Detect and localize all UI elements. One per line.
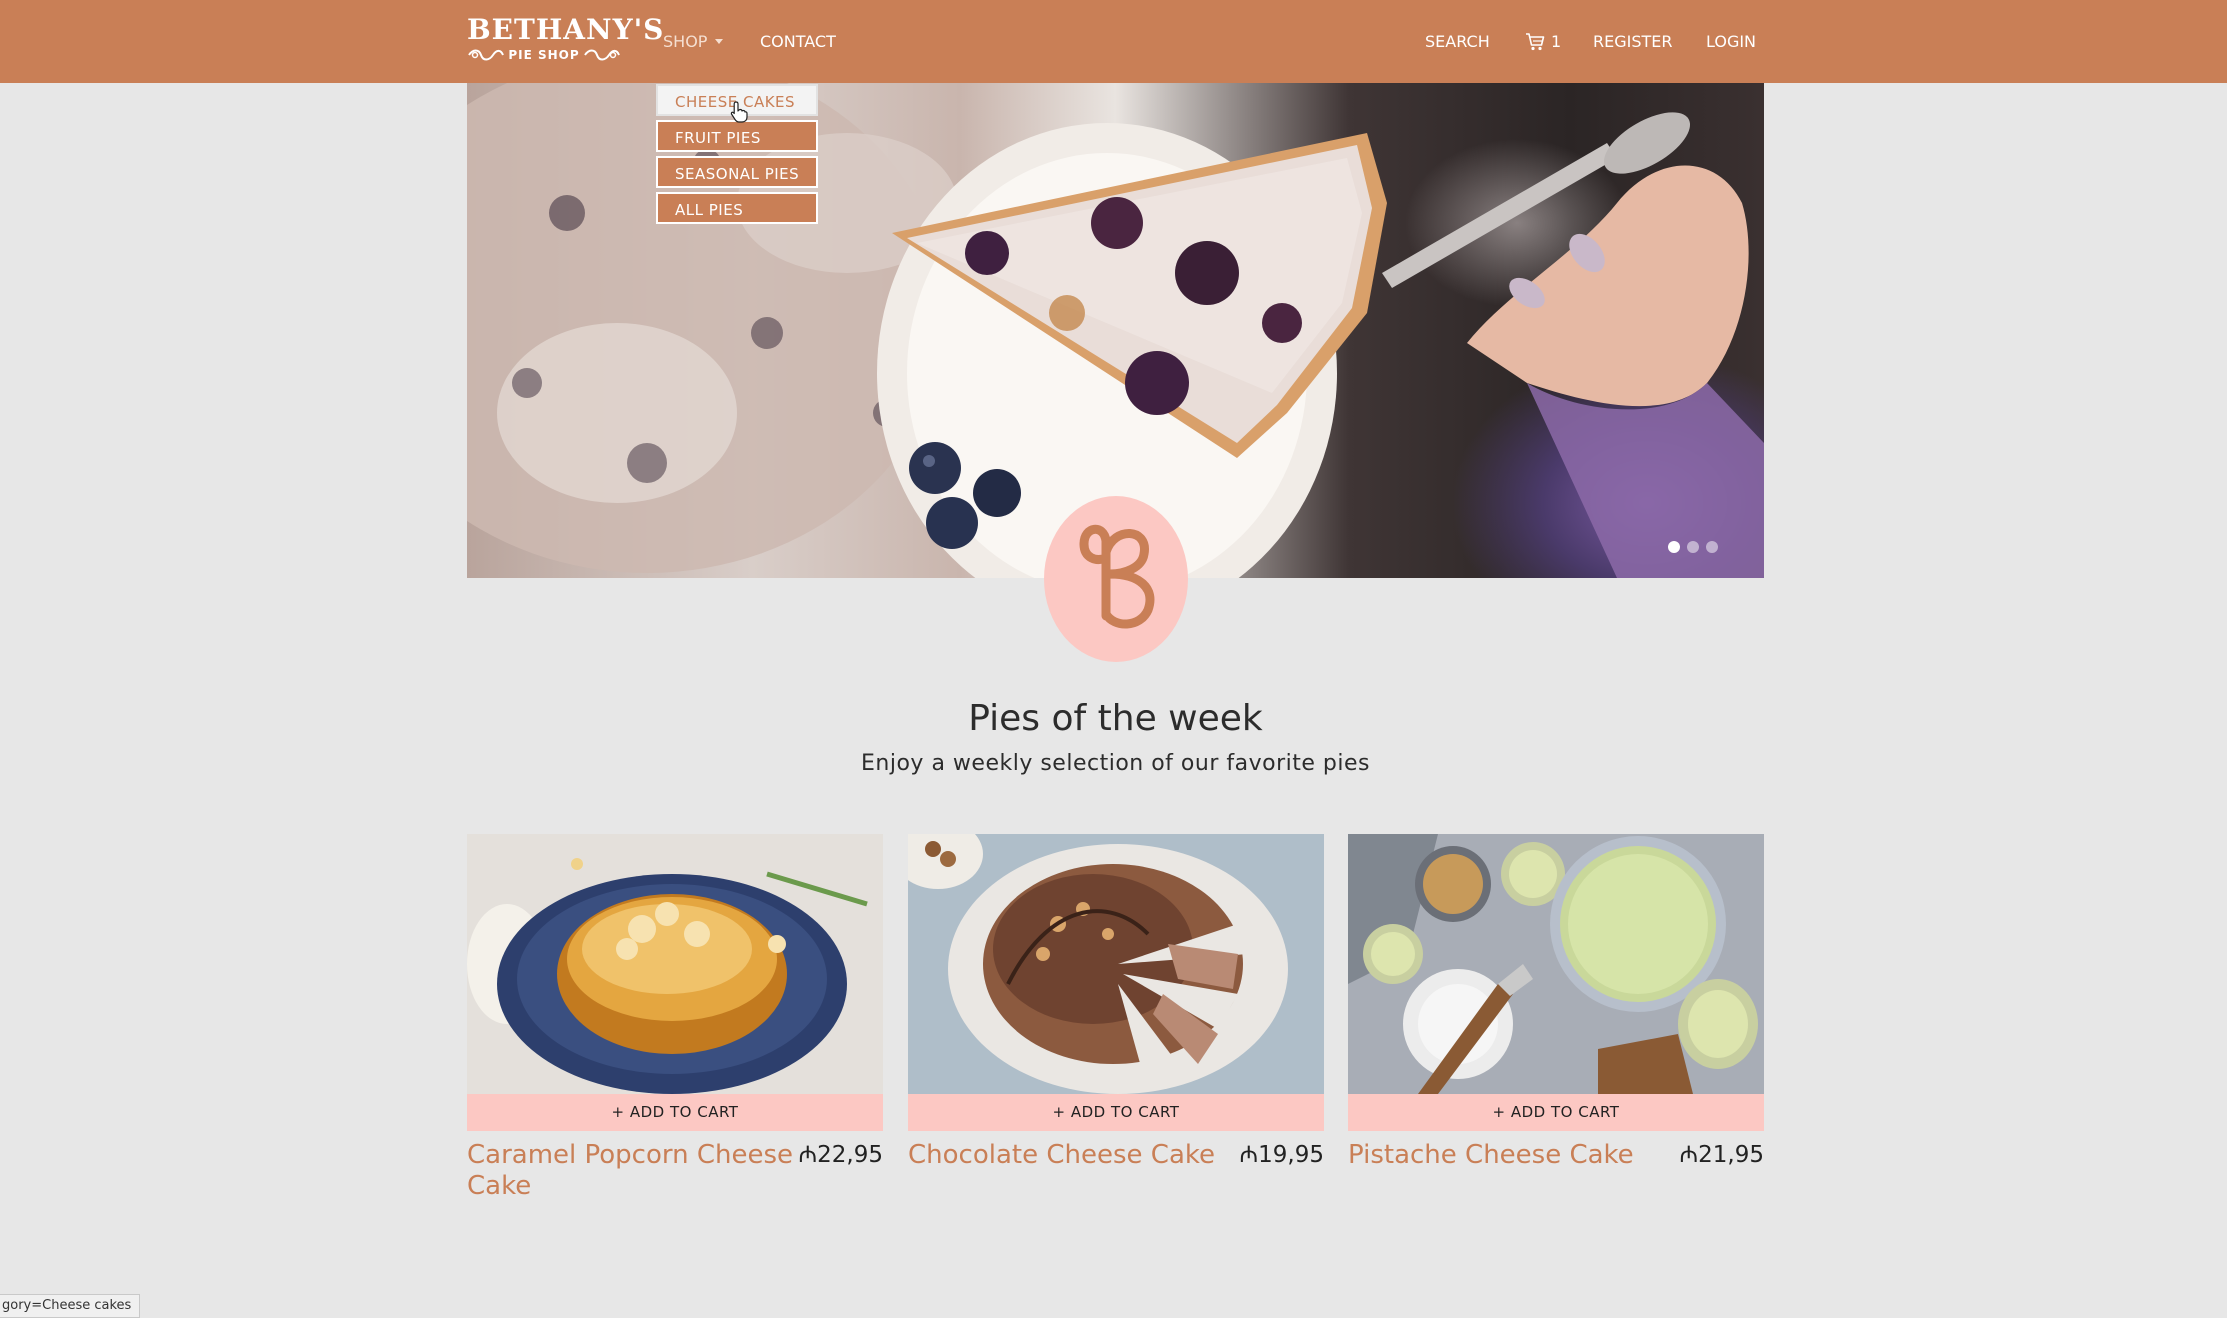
cart-icon bbox=[1526, 32, 1545, 50]
caret-down-icon bbox=[715, 39, 724, 44]
carousel-dot-2[interactable] bbox=[1687, 541, 1699, 553]
product-image[interactable] bbox=[1348, 834, 1764, 1094]
product-card: + ADD TO CART Caramel Popcorn Cheese Cak… bbox=[467, 834, 883, 1202]
product-image[interactable] bbox=[908, 834, 1324, 1094]
carousel-dot-1[interactable] bbox=[1668, 541, 1680, 553]
chocolate-cheesecake-photo bbox=[908, 834, 1324, 1094]
product-name-link[interactable]: Pistache Cheese Cake bbox=[1348, 1140, 1678, 1171]
nav-search-link[interactable]: SEARCH bbox=[1425, 0, 1490, 83]
add-to-cart-button[interactable]: + ADD TO CART bbox=[908, 1094, 1324, 1131]
product-info: Caramel Popcorn Cheese Cake ₼22,95 bbox=[467, 1140, 883, 1202]
product-card: + ADD TO CART Pistache Cheese Cake ₼21,9… bbox=[1348, 834, 1764, 1171]
brand-logo[interactable]: BETHANY'S PIE SHOP bbox=[467, 14, 663, 64]
add-to-cart-button[interactable]: + ADD TO CART bbox=[467, 1094, 883, 1131]
carousel-dot-3[interactable] bbox=[1706, 541, 1718, 553]
brand-subtitle-row: PIE SHOP bbox=[467, 46, 621, 64]
swirl-ornament-right-icon bbox=[584, 49, 620, 61]
product-info: Chocolate Cheese Cake ₼19,95 bbox=[908, 1140, 1324, 1171]
nav-contact-link[interactable]: CONTACT bbox=[760, 0, 836, 83]
pistachio-cheesecake-photo bbox=[1348, 834, 1764, 1094]
nav-shop-dropdown[interactable]: SHOP bbox=[663, 0, 724, 83]
browser-status-bar: gory=Cheese cakes bbox=[0, 1294, 141, 1318]
add-to-cart-button[interactable]: + ADD TO CART bbox=[1348, 1094, 1764, 1131]
bethanys-logo-icon bbox=[1044, 496, 1188, 662]
dropdown-item-fruit-pies[interactable]: FRUIT PIES bbox=[656, 120, 818, 152]
nav-register-link[interactable]: REGISTER bbox=[1593, 0, 1673, 83]
caramel-cheesecake-photo bbox=[467, 834, 883, 1094]
product-price: ₼21,95 bbox=[1679, 1142, 1764, 1168]
product-card: + ADD TO CART Chocolate Cheese Cake ₼19,… bbox=[908, 834, 1324, 1171]
brand-name: BETHANY'S bbox=[467, 13, 665, 46]
pointer-cursor-icon bbox=[730, 101, 748, 123]
brand-subtitle: PIE SHOP bbox=[508, 48, 580, 62]
product-info: Pistache Cheese Cake ₼21,95 bbox=[1348, 1140, 1764, 1171]
product-image[interactable] bbox=[467, 834, 883, 1094]
section-subtitle: Enjoy a weekly selection of our favorite… bbox=[861, 751, 1370, 776]
product-price: ₼22,95 bbox=[798, 1142, 883, 1168]
nav-login-link[interactable]: LOGIN bbox=[1706, 0, 1756, 83]
product-name-link[interactable]: Chocolate Cheese Cake bbox=[908, 1140, 1238, 1171]
dropdown-item-seasonal-pies[interactable]: SEASONAL PIES bbox=[656, 156, 818, 188]
product-name-link[interactable]: Caramel Popcorn Cheese Cake bbox=[467, 1140, 797, 1202]
swirl-ornament-left-icon bbox=[468, 49, 504, 61]
nav-shop-label: SHOP bbox=[663, 32, 708, 51]
carousel-indicators bbox=[1668, 541, 1718, 553]
nav-cart-link[interactable]: 1 bbox=[1525, 0, 1561, 83]
dropdown-item-all-pies[interactable]: ALL PIES bbox=[656, 192, 818, 224]
section-title: Pies of the week bbox=[968, 698, 1263, 739]
product-price: ₼19,95 bbox=[1239, 1142, 1324, 1168]
cart-count: 1 bbox=[1551, 32, 1562, 51]
top-navbar: BETHANY'S PIE SHOP SHOP CONTACT SEARCH 1… bbox=[0, 0, 2227, 83]
